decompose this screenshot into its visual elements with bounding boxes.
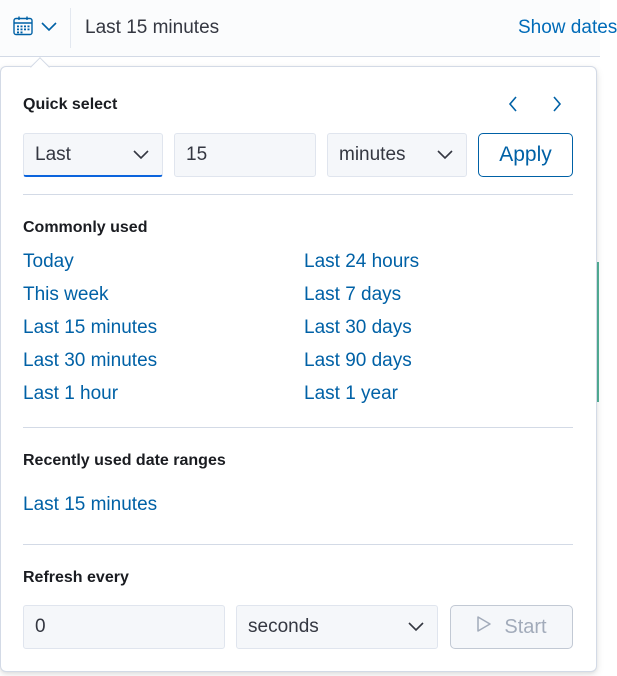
tense-select[interactable]: Last	[23, 133, 163, 177]
time-picker-stage: Last 15 minutes Show dates Quick select …	[0, 0, 617, 676]
start-refresh-button[interactable]: Start	[450, 605, 573, 649]
unit-value: minutes	[339, 144, 406, 165]
recently-used-title: Recently used date ranges	[23, 452, 226, 469]
recently-used-item[interactable]: Last 15 minutes	[23, 494, 157, 516]
quick-select-title: Quick select	[23, 96, 118, 113]
background-chart-edge	[597, 262, 599, 402]
quick-menu-button[interactable]	[0, 0, 70, 56]
commonly-used-item[interactable]: This week	[23, 284, 109, 306]
chevron-down-icon	[407, 616, 425, 638]
amount-input[interactable]	[186, 144, 315, 166]
section-divider	[23, 544, 573, 545]
commonly-used-item[interactable]: Last 1 year	[304, 383, 398, 405]
refresh-unit-value: seconds	[248, 616, 319, 637]
show-dates-link[interactable]: Show dates	[518, 17, 617, 39]
commonly-used-item[interactable]: Last 30 minutes	[23, 350, 157, 372]
tense-value: Last	[35, 143, 71, 165]
chevron-down-icon	[40, 19, 58, 37]
commonly-used-item[interactable]: Today	[23, 251, 74, 273]
commonly-used-item[interactable]: Last 30 days	[304, 317, 412, 339]
commonly-used-item[interactable]: Last 15 minutes	[23, 317, 157, 339]
commonly-used-title: Commonly used	[23, 219, 148, 236]
chevron-left-icon	[507, 95, 519, 118]
refresh-interval-input[interactable]	[35, 616, 224, 638]
commonly-used-item[interactable]: Last 24 hours	[304, 251, 419, 273]
commonly-used-item[interactable]: Last 1 hour	[23, 383, 118, 405]
refresh-unit-select[interactable]: seconds	[236, 605, 438, 649]
commonly-used-item[interactable]: Last 90 days	[304, 350, 412, 372]
date-picker-bar: Last 15 minutes Show dates	[0, 0, 617, 57]
selected-range-text[interactable]: Last 15 minutes	[85, 17, 219, 39]
unit-select[interactable]: minutes	[327, 133, 467, 177]
chevron-down-icon	[436, 144, 454, 166]
chevron-down-icon	[132, 144, 150, 166]
refresh-interval-wrap	[23, 605, 225, 649]
section-divider	[23, 427, 573, 428]
bar-divider	[70, 8, 71, 48]
refresh-every-title: Refresh every	[23, 569, 129, 586]
next-range-button[interactable]	[547, 95, 567, 118]
start-label: Start	[504, 615, 547, 638]
apply-button[interactable]: Apply	[478, 133, 573, 177]
chevron-right-icon	[551, 95, 563, 118]
calendar-icon	[12, 15, 34, 42]
previous-range-button[interactable]	[503, 95, 523, 118]
play-icon	[476, 615, 492, 639]
background-strip	[597, 57, 617, 676]
commonly-used-item[interactable]: Last 7 days	[304, 284, 401, 306]
amount-input-wrap	[174, 133, 316, 177]
section-divider	[23, 194, 573, 195]
